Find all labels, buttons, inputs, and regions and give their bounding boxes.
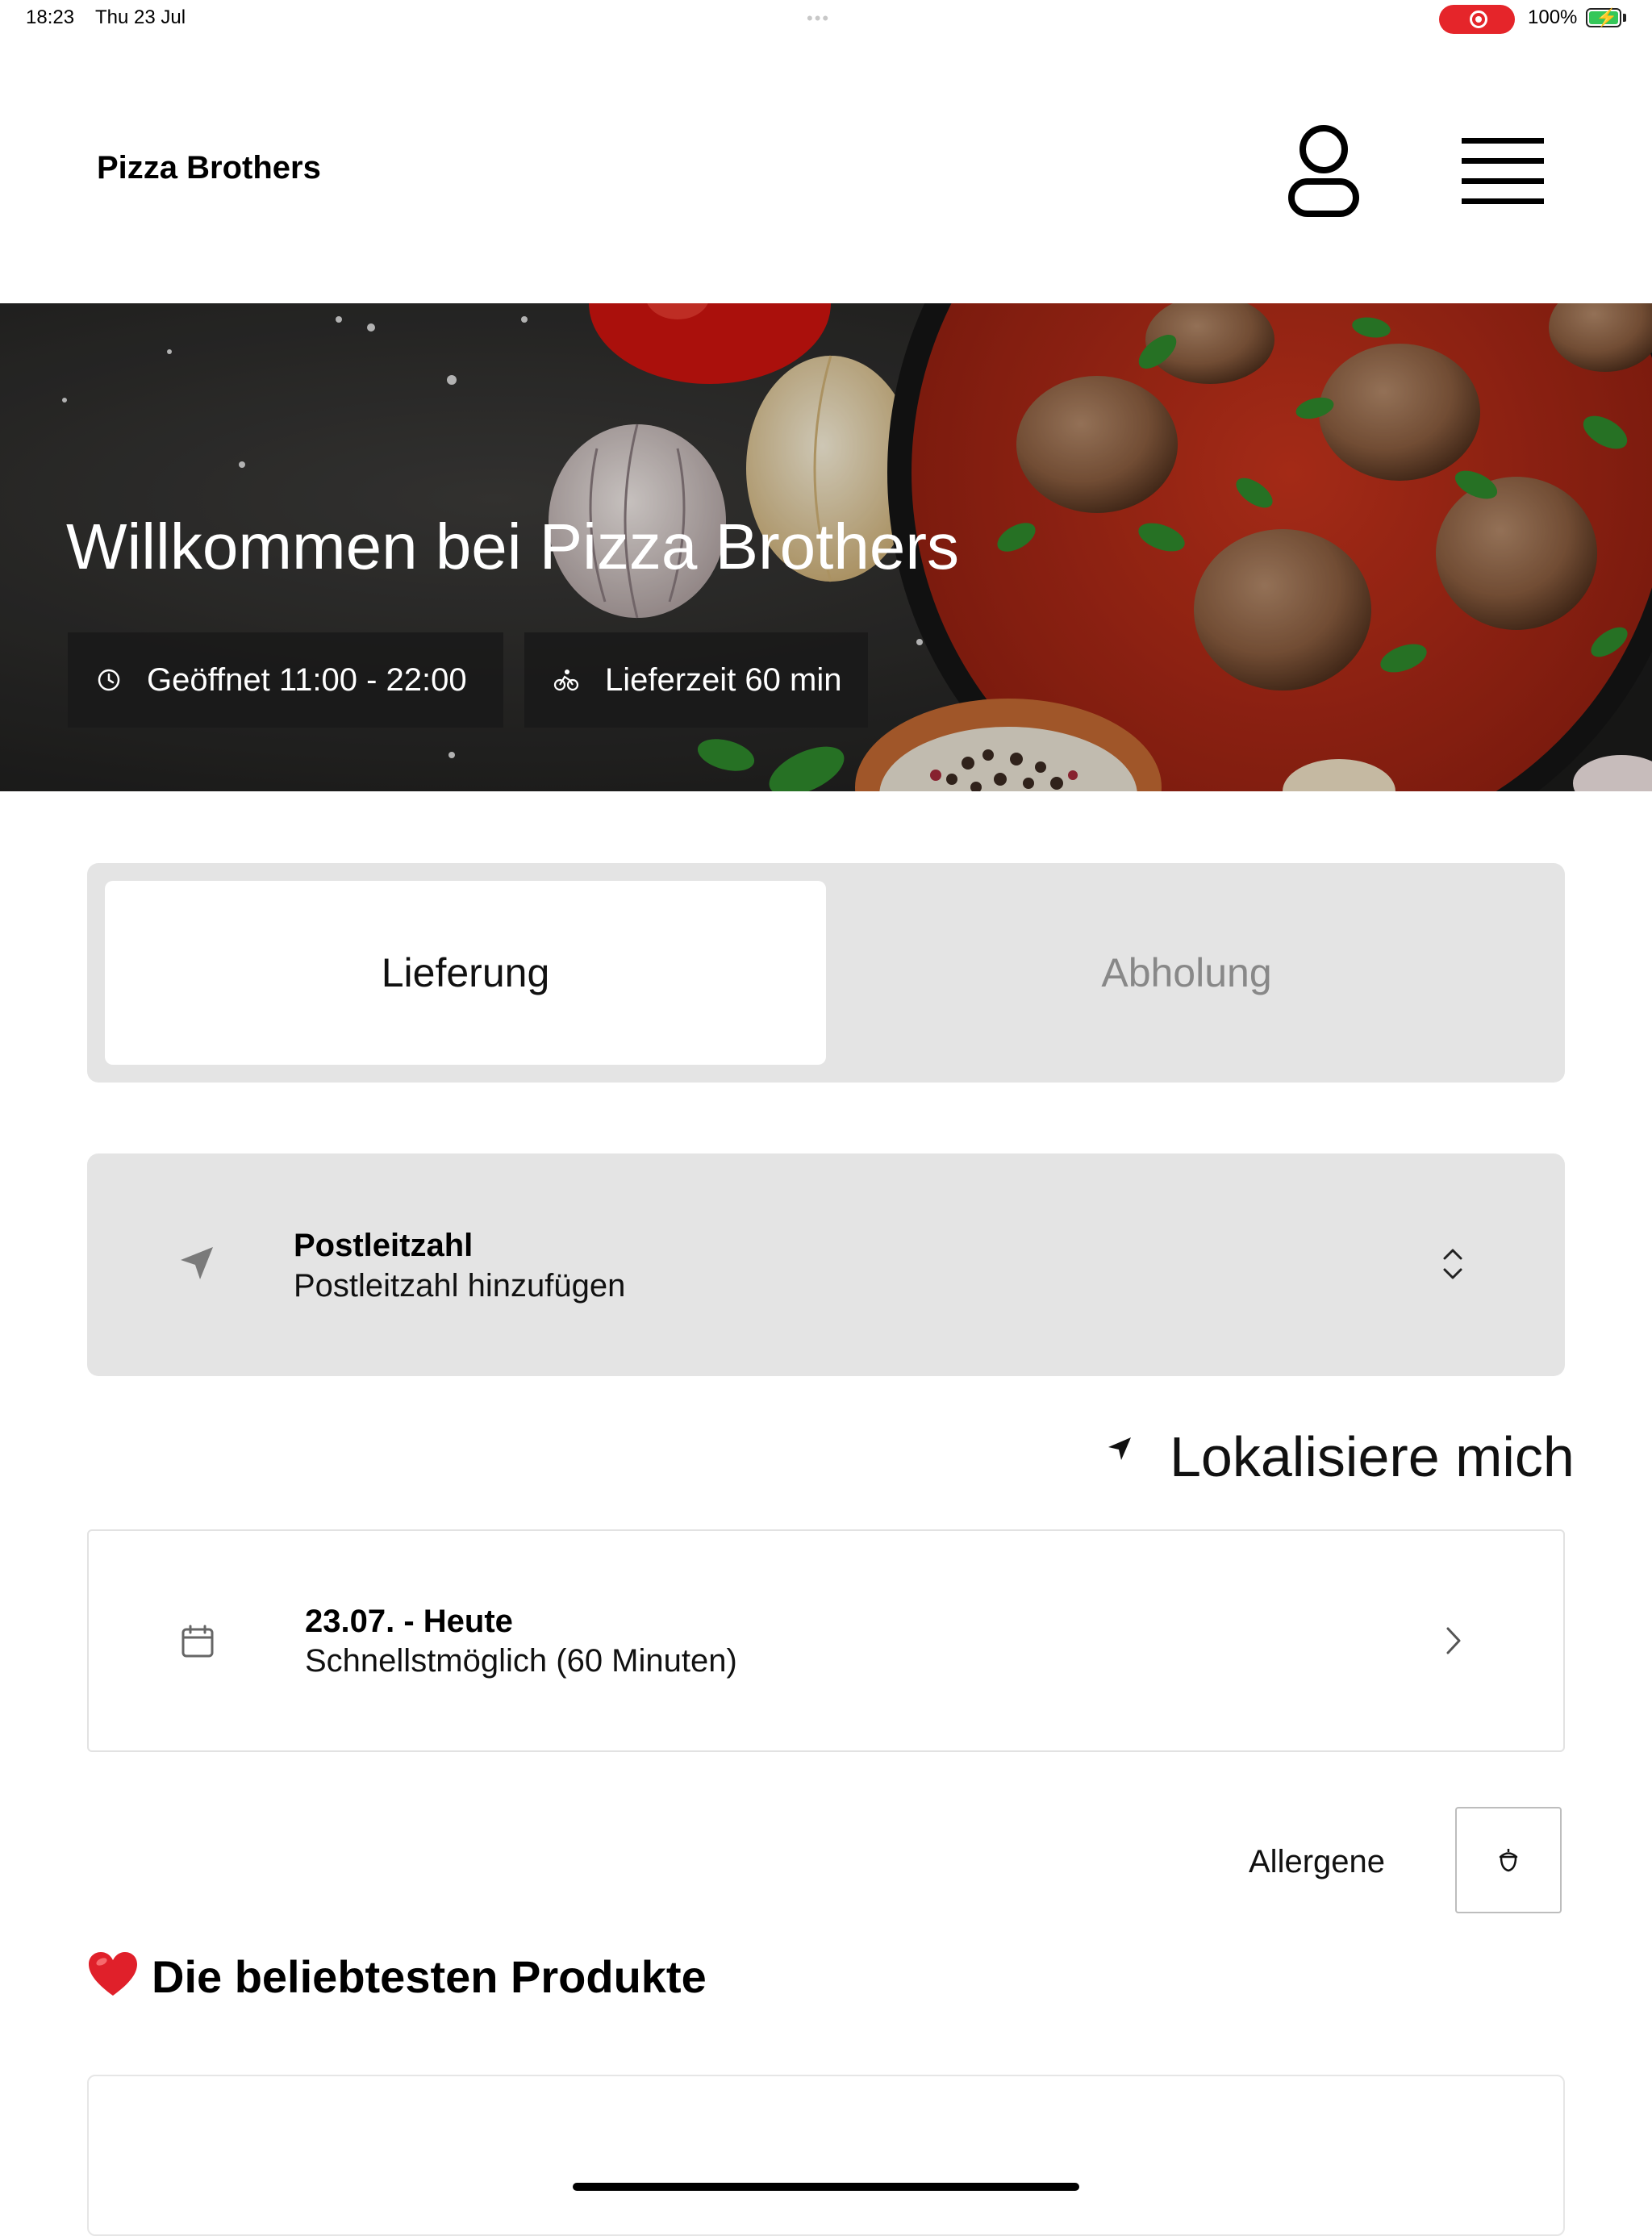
delivery-time-text: Lieferzeit 60 min — [605, 661, 842, 698]
brand-name[interactable]: Pizza Brothers — [97, 150, 321, 186]
battery-tip — [1623, 14, 1626, 22]
battery-percentage: 100% — [1528, 6, 1578, 28]
delivery-date-label: 23.07. - Heute — [305, 1604, 513, 1639]
localize-me-button[interactable]: Lokalisiere mich — [1170, 1425, 1575, 1489]
opening-hours-badge: Geöffnet 11:00 - 22:00 — [68, 632, 503, 728]
delivery-time-selector[interactable] — [87, 1529, 1565, 1752]
location-arrow-icon — [181, 1247, 213, 1279]
status-time: 18:23 — [26, 6, 75, 28]
heart-icon — [89, 1952, 137, 1996]
multitask-dots-icon[interactable]: ••• — [807, 8, 830, 29]
record-icon — [1470, 10, 1487, 28]
bicycle-icon — [553, 670, 579, 691]
allergens-filter-button[interactable] — [1455, 1807, 1562, 1913]
user-icon[interactable] — [1287, 125, 1360, 218]
chevron-up-down-icon[interactable] — [1441, 1247, 1465, 1281]
status-date: Thu 23 Jul — [95, 6, 186, 28]
hamburger-icon[interactable] — [1462, 136, 1544, 205]
chevron-right-icon[interactable] — [1446, 1626, 1462, 1655]
popular-products-title: Die beliebtesten Produkte — [152, 1951, 707, 2002]
opening-hours-text: Geöffnet 11:00 - 22:00 — [147, 661, 467, 698]
delivery-date-value: Schnellstmöglich (60 Minuten) — [305, 1643, 737, 1679]
charging-bolt-icon: ⚡ — [1596, 7, 1618, 27]
delivery-time-badge: Lieferzeit 60 min — [524, 632, 868, 728]
postal-code-selector[interactable] — [87, 1153, 1565, 1376]
product-card[interactable] — [87, 2075, 1565, 2236]
home-indicator[interactable] — [573, 2183, 1079, 2191]
delivery-tab[interactable]: Lieferung — [105, 881, 826, 1065]
postal-code-value[interactable]: Postleitzahl hinzufügen — [294, 1268, 625, 1304]
pickup-tab[interactable]: Abholung — [826, 881, 1547, 1065]
clock-icon — [98, 669, 120, 691]
allergens-label[interactable]: Allergene — [1249, 1844, 1385, 1880]
acorn-icon — [1499, 1849, 1518, 1872]
location-arrow-icon[interactable] — [1107, 1436, 1133, 1462]
hero-title: Willkommen bei Pizza Brothers — [66, 511, 959, 582]
calendar-icon — [181, 1625, 214, 1658]
postal-code-label: Postleitzahl — [294, 1228, 473, 1263]
